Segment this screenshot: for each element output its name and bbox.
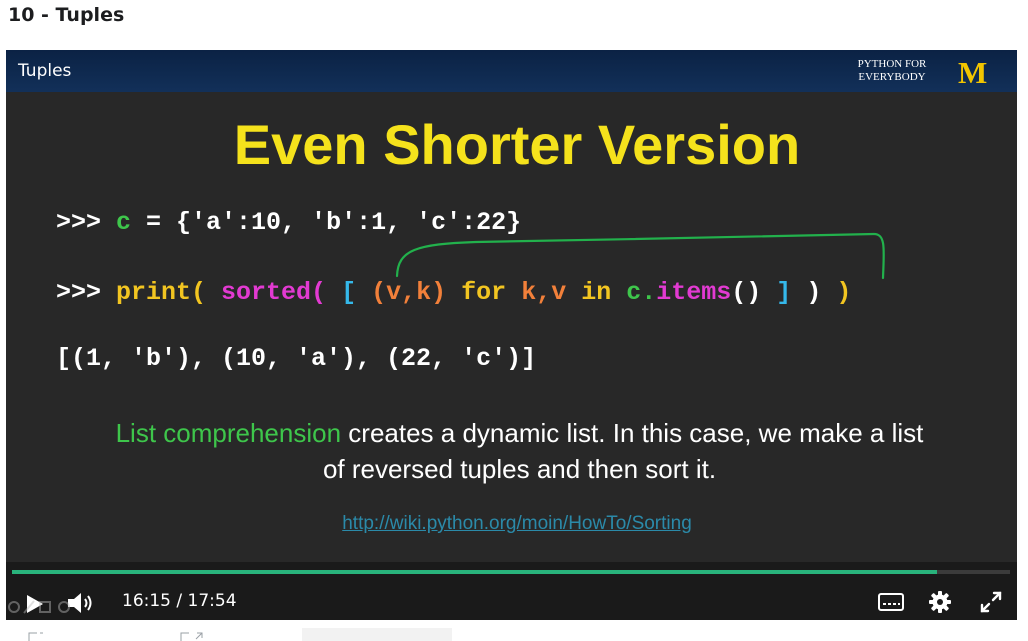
captions-icon[interactable]: [878, 592, 904, 617]
expand-icon[interactable]: [28, 632, 44, 641]
page-title: 10 - Tuples: [8, 4, 125, 26]
current-time: 16:15: [122, 591, 171, 611]
video-player[interactable]: Tuples PYTHON FOR EVERYBODY M Even Short…: [6, 50, 1017, 620]
time-readout: 16:15 / 17:54: [122, 591, 237, 611]
below-tab[interactable]: [302, 628, 452, 641]
open-in-new-icon[interactable]: [180, 632, 204, 641]
fullscreen-icon[interactable]: [979, 590, 1003, 619]
duration: 17:54: [187, 591, 237, 611]
explanation-highlight: List comprehension: [115, 418, 342, 448]
explanation-text: List comprehension creates a dynamic lis…: [106, 415, 933, 487]
progress-fill: [12, 570, 937, 574]
progress-bar[interactable]: [12, 570, 1010, 574]
explanation-rest: creates a dynamic list. In this case, we…: [322, 418, 924, 484]
reference-link[interactable]: http://wiki.python.org/moin/HowTo/Sortin…: [6, 513, 1017, 535]
watermark-icon: [8, 600, 70, 614]
player-controls: 16:15 / 17:54: [6, 562, 1017, 620]
below-player-bar: [0, 620, 1028, 641]
time-separator: /: [176, 591, 183, 611]
settings-icon[interactable]: [928, 590, 952, 619]
